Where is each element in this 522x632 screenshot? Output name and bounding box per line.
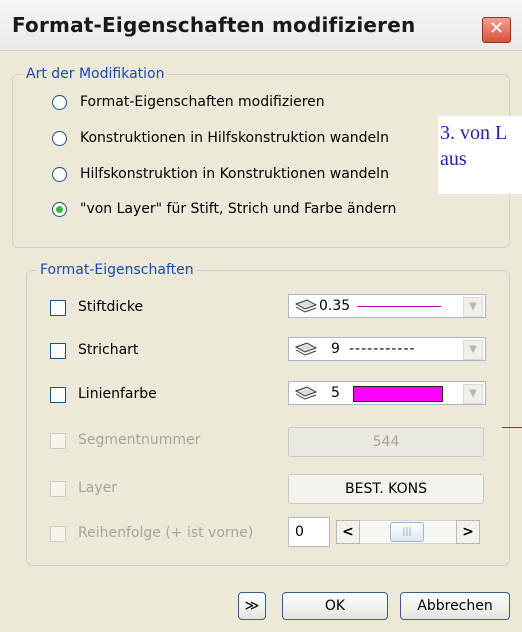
strichart-label: Strichart (78, 342, 139, 358)
pen-layer-icon (295, 386, 317, 400)
reihenfolge-value[interactable]: 0 (288, 517, 330, 547)
reihenfolge-label: Reihenfolge (+ ist vorne) (78, 525, 254, 541)
linienfarbe-checkbox[interactable] (50, 387, 66, 403)
linienfarbe-swatch (353, 386, 443, 402)
strichart-pattern: ----------- (349, 341, 416, 357)
stiftdicke-value: 0.35 (319, 298, 351, 314)
ok-button[interactable]: OK (282, 592, 388, 620)
radio-konstruktionen[interactable] (52, 131, 67, 146)
stiftdicke-label: Stiftdicke (78, 299, 144, 315)
scroll-track[interactable]: ||| (360, 520, 456, 544)
annotation-pointer-line (502, 427, 522, 428)
segmentnummer-label: Segmentnummer (78, 432, 201, 448)
reihenfolge-checkbox[interactable] (50, 526, 66, 542)
radio-label-format-eigenschaften: Format-Eigenschaften modifizieren (80, 94, 325, 110)
radio-label-hilfskonstruktion: Hilfskonstruktion in Konstruktionen wand… (80, 166, 389, 182)
linienfarbe-value: 5 (331, 385, 340, 401)
scroll-thumb[interactable]: ||| (390, 522, 424, 542)
stiftdicke-combo[interactable]: 0.35 ▼ (288, 294, 486, 318)
linienfarbe-combo[interactable]: 5 ▼ (288, 381, 486, 405)
stiftdicke-line (357, 306, 441, 307)
strichart-checkbox[interactable] (50, 343, 66, 359)
layer-field[interactable]: BEST. KONS (288, 474, 484, 504)
dialog-title: Format-Eigenschaften modifizieren (12, 13, 416, 37)
pen-layer-icon (295, 299, 317, 313)
segmentnummer-checkbox[interactable] (50, 433, 66, 449)
radio-format-eigenschaften[interactable] (52, 95, 67, 110)
annotation-box: 3. von L aus (438, 116, 522, 194)
stiftdicke-checkbox[interactable] (50, 300, 66, 316)
chevron-down-icon[interactable]: ▼ (463, 297, 483, 317)
annotation-line1: 3. von L (440, 122, 508, 144)
layer-label: Layer (78, 480, 118, 496)
radio-label-konstruktionen: Konstruktionen in Hilfskonstruktion wand… (80, 130, 389, 146)
strichart-combo[interactable]: 9 ----------- ▼ (288, 337, 486, 361)
scroll-right-icon[interactable]: > (456, 520, 480, 544)
close-icon[interactable]: ✕ (482, 17, 511, 43)
reihenfolge-scroller: 0 < ||| > (288, 517, 484, 547)
title-bar: Format-Eigenschaften modifizieren ✕ (0, 0, 522, 51)
pen-layer-icon (295, 342, 317, 356)
radio-von-layer[interactable] (52, 202, 67, 217)
radio-label-von-layer: "von Layer" für Stift, Strich und Farbe … (80, 201, 397, 217)
radio-hilfskonstruktion[interactable] (52, 167, 67, 182)
strichart-value: 9 (331, 341, 340, 357)
format-legend: Format-Eigenschaften (40, 262, 194, 278)
layer-checkbox[interactable] (50, 481, 66, 497)
segmentnummer-field[interactable]: 544 (288, 427, 484, 457)
chevron-down-icon[interactable]: ▼ (463, 340, 483, 360)
cancel-button[interactable]: Abbrechen (400, 592, 510, 620)
annotation-line2: aus (440, 148, 467, 170)
linienfarbe-label: Linienfarbe (78, 386, 157, 402)
expand-button[interactable]: ≫ (238, 592, 266, 620)
dialog-window: Format-Eigenschaften modifizieren ✕ Art … (0, 0, 522, 632)
scroll-left-icon[interactable]: < (336, 520, 360, 544)
chevron-down-icon[interactable]: ▼ (463, 384, 483, 404)
modification-legend: Art der Modifikation (26, 66, 165, 82)
